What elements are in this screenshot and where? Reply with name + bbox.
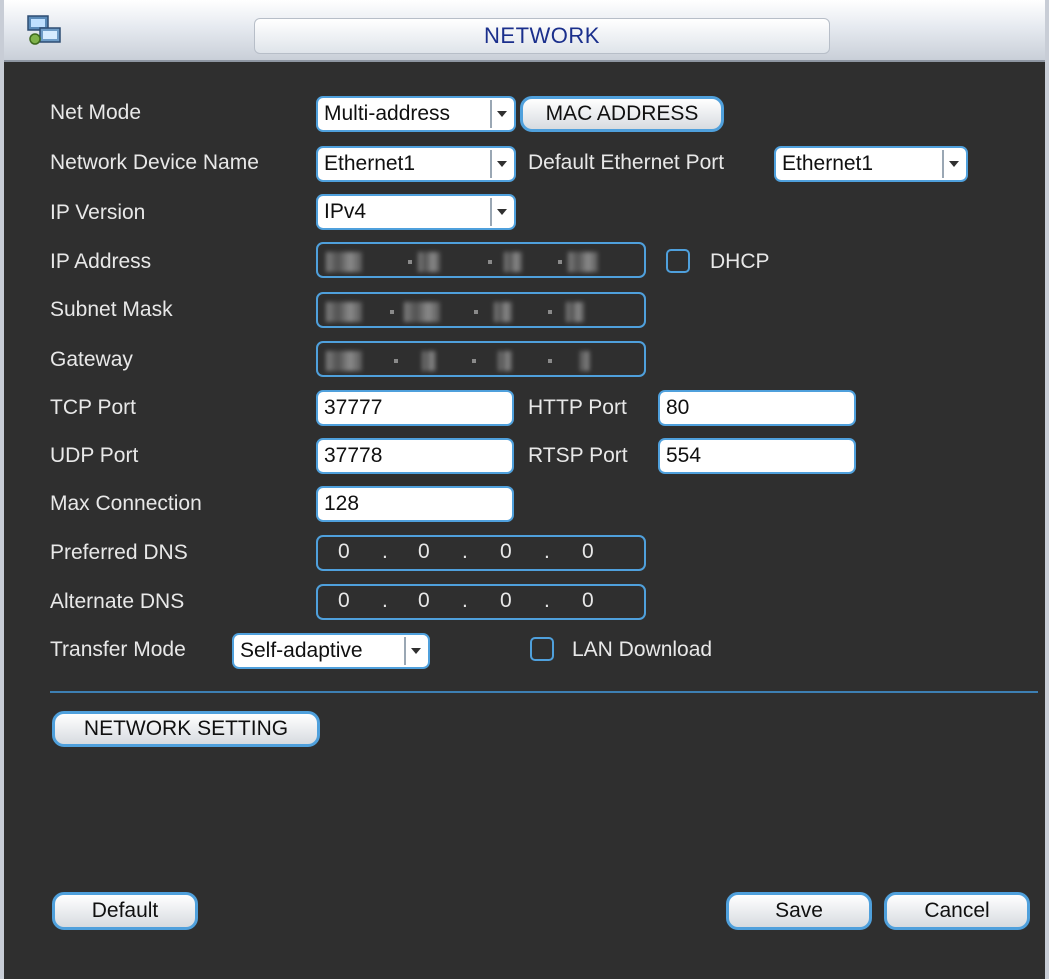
save-button[interactable]: Save [726,892,872,930]
udp-port-input[interactable]: 37778 [316,438,514,474]
chevron-down-icon [490,150,512,178]
transfer-mode-value: Self-adaptive [240,639,363,662]
lan-download-label: LAN Download [572,638,713,661]
cancel-button[interactable]: Cancel [884,892,1030,930]
max-connection-input[interactable]: 128 [316,486,514,522]
octet-separator [394,359,398,363]
octet-separator: . [462,589,468,612]
tcp-port-label: TCP Port [50,396,136,419]
dns-octet: 0 [582,589,594,612]
octet-separator: . [382,540,388,563]
mac-address-button[interactable]: MAC ADDRESS [520,96,724,132]
default-ethernet-port-select[interactable]: Ethernet1 [774,146,968,182]
net-mode-select[interactable]: Multi-address [316,96,516,132]
dns-octet: 0 [500,589,512,612]
redacted-octet [504,252,522,272]
chevron-down-icon [404,637,426,665]
octet-separator [488,260,492,264]
redacted-octet [404,302,440,322]
dns-octet: 0 [500,540,512,563]
net-mode-label: Net Mode [50,101,142,124]
redacted-octet [494,302,512,322]
subnet-mask-input[interactable] [316,292,646,328]
redacted-octet [498,351,512,371]
redacted-octet [326,351,362,371]
lan-download-checkbox[interactable] [530,637,554,661]
redacted-octet [422,351,436,371]
dns-octet: 0 [582,540,594,563]
ip-version-label: IP Version [50,201,146,224]
ip-version-value: IPv4 [324,200,367,223]
redacted-octet [418,252,440,272]
octet-separator: . [382,589,388,612]
dhcp-label: DHCP [710,250,770,273]
dns-octet: 0 [418,540,430,563]
octet-separator [474,310,478,314]
dns-octet: 0 [338,589,350,612]
subnet-mask-label: Subnet Mask [50,298,173,321]
redacted-octet [326,302,362,322]
max-connection-label: Max Connection [50,492,202,515]
default-ethernet-port-label: Default Ethernet Port [528,151,725,174]
rtsp-port-input[interactable]: 554 [658,438,856,474]
http-port-label: HTTP Port [528,396,627,419]
ip-address-label: IP Address [50,250,152,273]
tcp-port-input[interactable]: 37777 [316,390,514,426]
net-mode-value: Multi-address [324,102,451,125]
default-button[interactable]: Default [52,892,198,930]
network-window: NETWORK Net Mode Multi-address MAC ADDRE… [0,0,1049,979]
preferred-dns-label: Preferred DNS [50,541,188,564]
octet-separator [548,359,552,363]
octet-separator [548,310,552,314]
octet-separator [558,260,562,264]
chevron-down-icon [942,150,964,178]
ip-address-input[interactable] [316,242,646,278]
window-title: NETWORK [254,18,830,54]
redacted-octet [568,252,598,272]
network-device-name-select[interactable]: Ethernet1 [316,146,516,182]
octet-separator: . [462,540,468,563]
rtsp-port-label: RTSP Port [528,444,628,467]
preferred-dns-input[interactable]: 0 . 0 . 0 . 0 [316,535,646,571]
gateway-label: Gateway [50,348,133,371]
redacted-octet [580,351,590,371]
redacted-octet [326,252,362,272]
octet-separator [408,260,412,264]
dns-octet: 0 [338,540,350,563]
network-device-name-value: Ethernet1 [324,152,416,175]
octet-separator [390,310,394,314]
alternate-dns-input[interactable]: 0 . 0 . 0 . 0 [316,584,646,620]
udp-port-label: UDP Port [50,444,139,467]
section-divider [50,691,1038,693]
dns-octet: 0 [418,589,430,612]
octet-separator: . [544,589,550,612]
gateway-input[interactable] [316,341,646,377]
transfer-mode-select[interactable]: Self-adaptive [232,633,430,669]
http-port-input[interactable]: 80 [658,390,856,426]
ip-version-select[interactable]: IPv4 [316,194,516,230]
chevron-down-icon [490,100,512,128]
network-setting-button[interactable]: NETWORK SETTING [52,711,320,747]
title-bar: NETWORK [4,0,1045,62]
chevron-down-icon [490,198,512,226]
redacted-octet [566,302,584,322]
octet-separator [472,359,476,363]
dhcp-checkbox[interactable] [666,249,690,273]
network-settings-icon [26,14,62,46]
alternate-dns-label: Alternate DNS [50,590,185,613]
default-ethernet-port-value: Ethernet1 [782,152,874,175]
octet-separator: . [544,540,550,563]
transfer-mode-label: Transfer Mode [50,638,186,661]
network-device-name-label: Network Device Name [50,151,259,174]
